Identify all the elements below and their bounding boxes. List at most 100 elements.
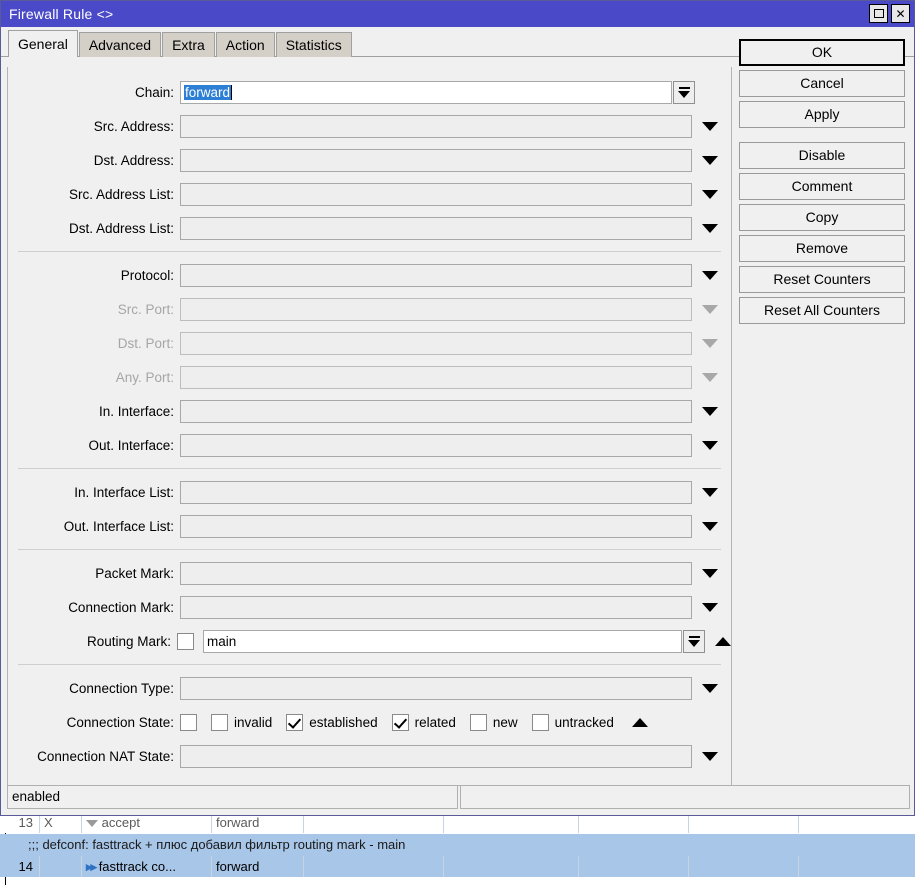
any-port-label: Any. Port: <box>115 370 174 385</box>
in-interface-list-input[interactable] <box>180 481 692 504</box>
dst-address-list-dropdown-icon[interactable] <box>702 224 718 233</box>
any-port-input <box>180 366 692 389</box>
general-tab-panel: Chain: forward Src. Address: Dst. Addres… <box>7 67 732 786</box>
label-invalid: invalid <box>234 715 273 730</box>
field-row-routing-mark: Routing Mark: main <box>8 630 731 653</box>
disable-button[interactable]: Disable <box>739 142 905 169</box>
connection-state-option-new[interactable]: new <box>469 714 518 731</box>
status-text-extra <box>460 785 910 809</box>
in-interface-list-dropdown-icon[interactable] <box>702 488 718 497</box>
src-address-list-input[interactable] <box>180 183 692 206</box>
cancel-button[interactable]: Cancel <box>739 70 905 97</box>
window-controls: ✕ <box>869 4 910 23</box>
protocol-dropdown-icon[interactable] <box>702 271 718 280</box>
protocol-label: Protocol: <box>120 268 174 283</box>
chain-dropdown-button[interactable] <box>673 81 695 104</box>
src-address-list-label: Src. Address List: <box>68 187 174 202</box>
protocol-input[interactable] <box>180 264 692 287</box>
out-interface-list-input[interactable] <box>180 515 692 538</box>
field-row-connection-state: Connection State: invalid established re… <box>8 711 731 734</box>
src-port-input <box>180 298 692 321</box>
section-divider <box>18 468 721 469</box>
dst-port-input <box>180 332 692 355</box>
copy-button[interactable]: Copy <box>739 204 905 231</box>
connection-state-option-related[interactable]: related <box>391 714 456 731</box>
routing-mark-collapse-icon[interactable] <box>715 637 731 646</box>
routing-mark-label: Routing Mark: <box>86 634 171 649</box>
connection-type-label: Connection Type: <box>69 681 174 696</box>
rule-comment-row[interactable]: ;;; defconf: fasttrack + плюс добавил фи… <box>0 834 915 856</box>
row-col-a <box>304 856 444 877</box>
in-interface-label: In. Interface: <box>98 404 174 419</box>
routing-mark-dropdown-button[interactable] <box>683 630 705 653</box>
routing-mark-value: main <box>207 634 237 649</box>
checkbox-related[interactable] <box>391 714 409 731</box>
field-row-out-interface-list: Out. Interface List: <box>8 515 731 538</box>
ok-button[interactable]: OK <box>739 39 905 66</box>
connection-state-option-untracked[interactable]: untracked <box>531 714 614 731</box>
field-row-src-port: Src. Port: <box>8 298 731 321</box>
out-interface-input[interactable] <box>180 434 692 457</box>
label-related: related <box>414 715 456 730</box>
checkbox-invalid[interactable] <box>211 714 228 731</box>
packet-mark-dropdown-icon[interactable] <box>702 569 718 578</box>
checkbox-established[interactable] <box>286 714 304 731</box>
reset-counters-button[interactable]: Reset Counters <box>739 266 905 293</box>
dst-port-label: Dst. Port: <box>117 336 174 351</box>
connection-state-label: Connection State: <box>66 715 174 730</box>
tab-general[interactable]: General <box>8 30 78 58</box>
apply-button[interactable]: Apply <box>739 101 905 128</box>
comment-button[interactable]: Comment <box>739 173 905 200</box>
src-port-label: Src. Port: <box>117 302 174 317</box>
connection-nat-state-input[interactable] <box>180 745 692 768</box>
routing-mark-negate-checkbox[interactable] <box>177 633 194 650</box>
arrow-down-icon <box>86 820 98 828</box>
connection-state-option-established[interactable]: established <box>286 714 378 731</box>
section-divider <box>18 251 721 252</box>
dst-address-dropdown-icon[interactable] <box>702 156 718 165</box>
out-interface-list-dropdown-icon[interactable] <box>702 522 718 531</box>
dialog-titlebar[interactable]: Firewall Rule <> ✕ <box>1 1 914 27</box>
dialog-button-column: OK Cancel Apply Disable Comment Copy Rem… <box>739 39 905 328</box>
connection-mark-dropdown-icon[interactable] <box>702 603 718 612</box>
tab-action[interactable]: Action <box>215 32 275 57</box>
connection-state-negate-checkbox[interactable] <box>180 714 197 731</box>
field-row-src-address-list: Src. Address List: <box>8 183 731 206</box>
connection-mark-input[interactable] <box>180 596 692 619</box>
tab-statistics[interactable]: Statistics <box>275 32 352 57</box>
field-row-packet-mark: Packet Mark: <box>8 562 731 585</box>
label-established: established <box>309 715 378 730</box>
routing-mark-input[interactable]: main <box>203 630 682 653</box>
connection-state-collapse-icon[interactable] <box>631 718 648 727</box>
src-port-dropdown-icon <box>702 305 718 314</box>
close-icon[interactable]: ✕ <box>891 4 910 23</box>
field-row-out-interface: Out. Interface: <box>8 434 731 457</box>
out-interface-dropdown-icon[interactable] <box>702 441 718 450</box>
in-interface-dropdown-icon[interactable] <box>702 407 718 416</box>
connection-type-input[interactable] <box>180 677 692 700</box>
field-row-connection-type: Connection Type: <box>8 677 731 700</box>
src-address-input[interactable] <box>180 115 692 138</box>
packet-mark-input[interactable] <box>180 562 692 585</box>
reset-all-counters-button[interactable]: Reset All Counters <box>739 297 905 324</box>
src-address-label: Src. Address: <box>93 119 174 134</box>
checkbox-new[interactable] <box>469 714 487 731</box>
maximize-icon[interactable] <box>869 4 888 23</box>
connection-state-option-invalid[interactable]: invalid <box>211 714 272 731</box>
connection-type-dropdown-icon[interactable] <box>702 684 718 693</box>
tab-extra[interactable]: Extra <box>162 32 215 57</box>
field-row-dst-port: Dst. Port: <box>8 332 731 355</box>
dst-address-list-input[interactable] <box>180 217 692 240</box>
src-address-list-dropdown-icon[interactable] <box>702 190 718 199</box>
dst-address-input[interactable] <box>180 149 692 172</box>
in-interface-input[interactable] <box>180 400 692 423</box>
table-row[interactable]: 14 ▸▸ fasttrack co... forward <box>0 856 915 877</box>
field-row-dst-address-list: Dst. Address List: <box>8 217 731 240</box>
chain-input[interactable]: forward <box>180 81 672 104</box>
remove-button[interactable]: Remove <box>739 235 905 262</box>
tab-advanced[interactable]: Advanced <box>78 32 162 57</box>
connection-nat-state-dropdown-icon[interactable] <box>702 752 718 761</box>
src-address-dropdown-icon[interactable] <box>702 122 718 131</box>
out-interface-list-label: Out. Interface List: <box>63 519 174 534</box>
checkbox-untracked[interactable] <box>531 714 549 731</box>
